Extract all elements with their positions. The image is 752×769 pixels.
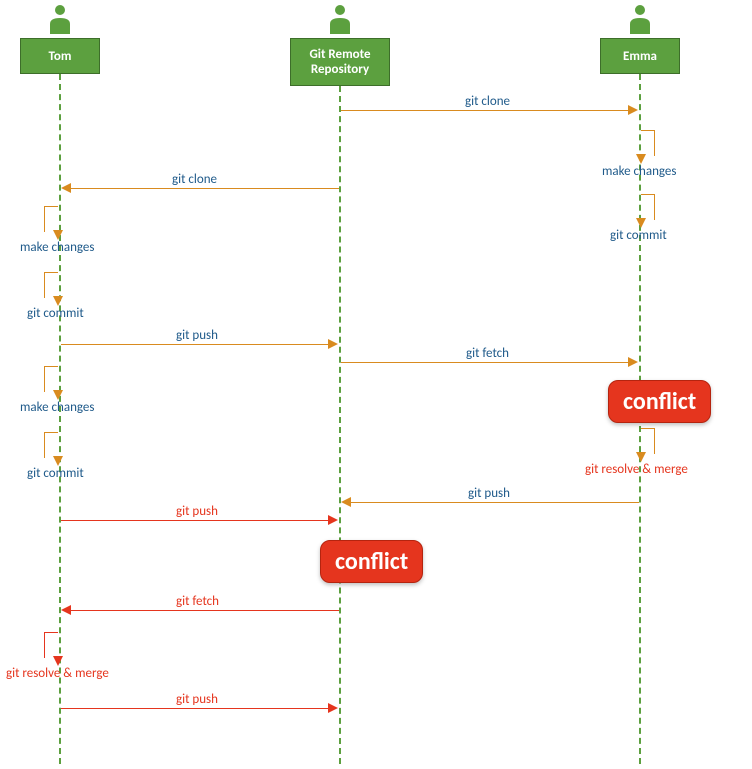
msg-label: git resolve & merge <box>585 462 688 477</box>
msg-label: git clone <box>172 172 217 187</box>
arrow-clone-emma <box>341 110 630 111</box>
arrow-head <box>53 656 63 666</box>
msg-label: git fetch <box>176 594 219 609</box>
actor-icon-tom <box>48 4 72 34</box>
msg-label: git push <box>176 692 218 707</box>
arrow-head <box>636 452 646 462</box>
arrow-head <box>61 183 71 193</box>
selfloop-commit-emma <box>641 194 655 220</box>
selfloop-commit-tom2 <box>44 432 58 458</box>
actor-box-repo: Git Remote Repository <box>290 38 390 86</box>
actor-box-tom: Tom <box>20 38 100 74</box>
msg-label: git push <box>176 504 218 519</box>
msg-label: git resolve & merge <box>6 666 109 681</box>
lifeline-repo <box>339 86 341 764</box>
arrow-head <box>636 154 646 164</box>
selfloop-resolve-tom <box>44 632 58 658</box>
selfloop-make-tom <box>44 206 58 232</box>
arrow-head <box>341 497 351 507</box>
arrow-clone-tom <box>70 188 339 189</box>
arrow-push-tom2 <box>61 520 330 521</box>
arrow-head <box>628 105 638 115</box>
arrow-push-tom1 <box>61 344 330 345</box>
msg-label: git fetch <box>466 346 509 361</box>
arrow-head <box>53 456 63 466</box>
sequence-diagram: Tom Git Remote Repository Emma git clone… <box>0 0 752 769</box>
arrow-head <box>61 605 71 615</box>
msg-label: git commit <box>610 228 667 243</box>
msg-label: make changes <box>20 400 94 415</box>
actor-icon-emma <box>628 4 652 34</box>
msg-label: make changes <box>20 240 94 255</box>
selfloop-make-tom2 <box>44 366 58 392</box>
actor-label: Emma <box>623 49 657 64</box>
actor-icon-repo <box>328 4 352 34</box>
msg-label: git push <box>468 486 510 501</box>
arrow-push-tom3 <box>61 708 330 709</box>
arrow-head <box>53 230 63 240</box>
msg-label: git push <box>176 328 218 343</box>
arrow-head <box>328 339 338 349</box>
arrow-head <box>328 703 338 713</box>
selfloop-commit-tom <box>44 272 58 298</box>
arrow-head <box>53 390 63 400</box>
selfloop-make-emma <box>641 130 655 156</box>
msg-label: make changes <box>602 164 676 179</box>
actor-label: Git Remote Repository <box>295 47 385 77</box>
msg-label: git clone <box>465 94 510 109</box>
arrow-head <box>628 357 638 367</box>
actor-label: Tom <box>49 49 72 64</box>
arrow-fetch-emma <box>341 362 630 363</box>
arrow-head <box>328 515 338 525</box>
arrow-fetch-tom <box>70 610 339 611</box>
arrow-head <box>53 296 63 306</box>
conflict-badge: conflict <box>320 540 423 583</box>
msg-label: git commit <box>27 306 84 321</box>
actor-box-emma: Emma <box>600 38 680 74</box>
msg-label: git commit <box>27 466 84 481</box>
arrow-push-emma <box>350 502 639 503</box>
conflict-badge: conflict <box>608 380 711 423</box>
selfloop-resolve-emma <box>641 428 655 454</box>
arrow-head <box>636 218 646 228</box>
